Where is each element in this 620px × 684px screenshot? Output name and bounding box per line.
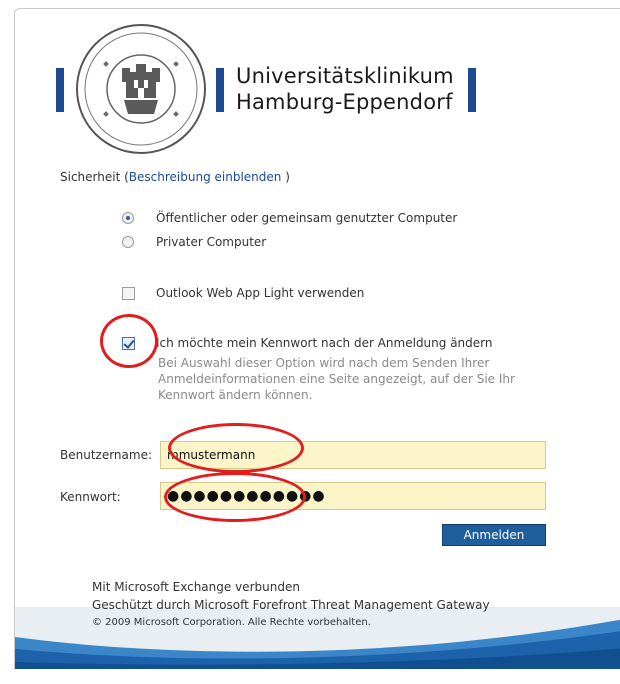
footer-exchange: Mit Microsoft Exchange verbunden [92,580,300,594]
security-label-close: ) [281,170,290,184]
password-label: Kennwort: [60,490,121,504]
option-light-version[interactable]: Outlook Web App Light verwenden [122,286,364,300]
change-password-label: Ich möchte mein Kennwort nach der Anmeld… [156,336,493,350]
footer-copyright: © 2009 Microsoft Corporation. Alle Recht… [92,617,371,628]
logo-bar-mid [216,68,224,112]
security-heading: Sicherheit (Beschreibung einblenden ) [60,170,290,184]
brand-name-line1: Universitätsklinikum [236,64,454,88]
light-version-label: Outlook Web App Light verwenden [156,286,365,300]
private-computer-label: Privater Computer [156,235,267,249]
footer-forefront: Geschützt durch Microsoft Forefront Thre… [92,598,490,612]
light-version-checkbox[interactable] [122,286,135,300]
university-seal-icon [76,24,206,154]
public-computer-radio[interactable] [122,212,134,224]
password-input[interactable]: ●●●●●●●●●●●● [160,482,546,510]
show-description-link[interactable]: Beschreibung einblenden [129,170,282,184]
private-computer-radio[interactable] [122,236,134,248]
change-password-checkbox[interactable] [122,336,135,350]
option-private-computer[interactable]: Privater Computer [122,235,266,249]
username-input[interactable] [160,441,546,469]
option-change-password[interactable]: Ich möchte mein Kennwort nach der Anmeld… [122,336,493,350]
username-label: Benutzername: [60,448,153,462]
logo-bar-left [56,68,64,112]
option-public-computer[interactable]: Öffentlicher oder gemeinsam genutzter Co… [122,211,457,225]
logo-bar-right [468,68,476,112]
change-password-hint: Bei Auswahl dieser Option wird nach dem … [158,356,515,402]
uke-logo: Universitätsklinikum Hamburg-Eppendorf [56,20,496,154]
security-label: Sicherheit ( [60,170,129,184]
brand-name-line2: Hamburg-Eppendorf [236,90,453,114]
sign-in-button[interactable]: Anmelden [442,524,546,546]
public-computer-label: Öffentlicher oder gemeinsam genutzter Co… [156,211,458,225]
